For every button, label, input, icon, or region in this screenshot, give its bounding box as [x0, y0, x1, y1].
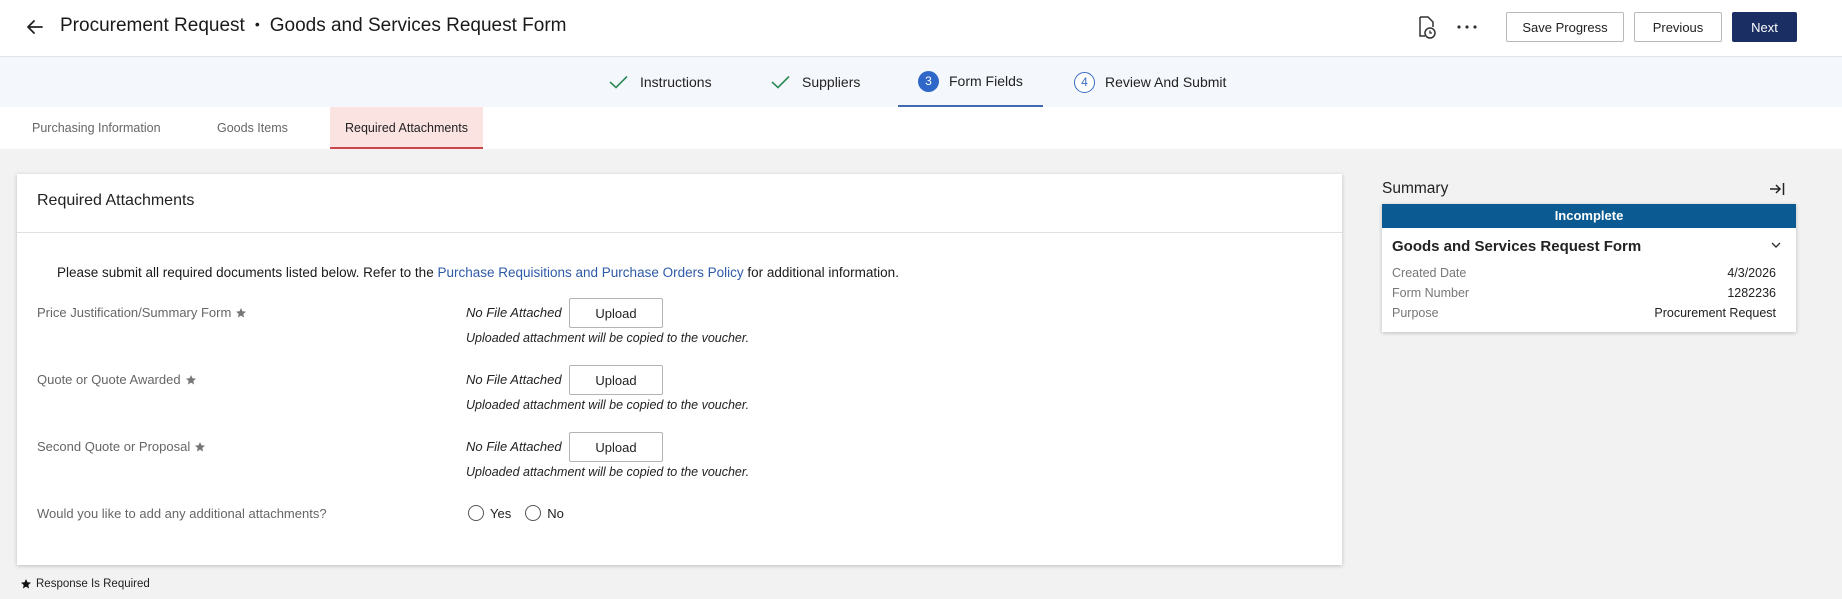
required-footnote: Response Is Required: [20, 578, 150, 590]
star-icon: [185, 374, 196, 384]
footnote-text: Response Is Required: [36, 578, 150, 590]
summary-form-title: Goods and Services Request Form: [1392, 238, 1642, 255]
progress-stepper: Instructions Suppliers 3 Form Fields 4 R…: [0, 57, 1842, 107]
field-label-text: Quote or Quote Awarded: [37, 372, 181, 387]
intro-text-before: Please submit all required documents lis…: [57, 265, 438, 280]
radio-circle[interactable]: [468, 505, 484, 521]
check-icon: [771, 75, 790, 89]
field-label-second-quote: Second Quote or Proposal: [37, 439, 206, 454]
upload-button-price-justification[interactable]: Upload: [569, 298, 663, 328]
collapse-right-icon: [1770, 182, 1785, 195]
radio-yes[interactable]: Yes: [468, 505, 511, 521]
summary-card: Incomplete Goods and Services Request Fo…: [1382, 204, 1796, 332]
previous-button[interactable]: Previous: [1634, 12, 1722, 42]
intro-text-after: for additional information.: [743, 265, 899, 280]
title-separator: •: [254, 16, 260, 32]
summary-value: 4/3/2026: [1727, 266, 1776, 280]
top-bar: Procurement Request • Goods and Services R…: [0, 0, 1842, 57]
summary-row-created-date: Created Date 4/3/2026: [1392, 266, 1776, 282]
step-label: Instructions: [640, 74, 712, 90]
tab-purchasing-information[interactable]: Purchasing Information: [32, 107, 161, 149]
field-label-quote-awarded: Quote or Quote Awarded: [37, 372, 197, 387]
collapse-summary-button[interactable]: [1766, 180, 1788, 200]
document-history-button[interactable]: [1411, 13, 1441, 43]
required-attachments-card: Required Attachments Please submit all r…: [17, 174, 1342, 565]
save-progress-button[interactable]: Save Progress: [1506, 12, 1624, 42]
upload-button-quote-awarded[interactable]: Upload: [569, 365, 663, 395]
card-title: Required Attachments: [17, 174, 1342, 233]
file-status: No File Attached: [466, 372, 562, 387]
step-label: Review And Submit: [1105, 74, 1227, 90]
file-note: Uploaded attachment will be copied to th…: [466, 465, 750, 479]
summary-title: Summary: [1382, 180, 1449, 197]
step-number: 3: [918, 70, 939, 92]
section-tabs: Purchasing Information Goods Items Requi…: [0, 107, 1842, 149]
summary-key: Purpose: [1392, 306, 1439, 320]
step-label: Suppliers: [802, 74, 861, 90]
additional-attachments-radio-group: Yes No: [468, 505, 578, 521]
summary-value: 1282236: [1727, 286, 1776, 300]
step-form-fields[interactable]: 3 Form Fields: [898, 57, 1043, 107]
instructions-text: Please submit all required documents lis…: [57, 265, 899, 280]
status-badge: Incomplete: [1382, 204, 1796, 228]
chevron-down-icon: [1771, 242, 1781, 248]
step-suppliers[interactable]: Suppliers: [771, 57, 860, 107]
summary-key: Form Number: [1392, 286, 1470, 300]
file-status: No File Attached: [466, 305, 562, 320]
file-note: Uploaded attachment will be copied to th…: [466, 398, 750, 412]
summary-value: Procurement Request: [1654, 306, 1776, 320]
star-icon: [195, 441, 206, 451]
expand-summary-button[interactable]: [1768, 238, 1784, 254]
page-title-main: Procurement Request: [60, 15, 245, 36]
step-number: 4: [1074, 71, 1095, 93]
step-review-and-submit[interactable]: 4 Review And Submit: [1074, 57, 1226, 107]
page-title: Procurement Request • Goods and Services R…: [60, 15, 566, 37]
radio-label: Yes: [490, 505, 512, 521]
step-instructions[interactable]: Instructions: [609, 57, 712, 107]
radio-circle[interactable]: [525, 505, 542, 521]
tab-goods-items[interactable]: Goods Items: [217, 107, 288, 149]
more-horizontal-icon: [1457, 24, 1477, 29]
arrow-left-icon: [27, 20, 43, 34]
upload-button-second-quote[interactable]: Upload: [569, 432, 663, 462]
summary-panel: Summary Incomplete Goods and Services Re…: [1382, 178, 1796, 332]
star-icon: [236, 307, 247, 317]
summary-body: Goods and Services Request Form Created …: [1382, 228, 1796, 332]
page-title-form: Goods and Services Request Form: [269, 15, 567, 36]
policy-link[interactable]: Purchase Requisitions and Purchase Order…: [437, 265, 743, 280]
field-label-price-justification: Price Justification/Summary Form: [37, 305, 247, 320]
field-label-additional-attachments: Would you like to add any additional att…: [37, 506, 327, 521]
radio-no[interactable]: No: [525, 505, 564, 521]
field-label-text: Second Quote or Proposal: [37, 439, 191, 454]
summary-row-form-number: Form Number 1282236: [1392, 286, 1776, 302]
file-note: Uploaded attachment will be copied to th…: [466, 331, 750, 345]
file-status: No File Attached: [466, 439, 562, 454]
summary-details: Created Date 4/3/2026 Form Number 128223…: [1392, 266, 1776, 322]
document-clock-icon: [1419, 15, 1436, 39]
summary-row-purpose: Purpose Procurement Request: [1392, 306, 1776, 322]
next-button[interactable]: Next: [1732, 12, 1797, 42]
radio-label: No: [547, 505, 564, 521]
step-label: Form Fields: [949, 73, 1023, 89]
back-button[interactable]: [22, 14, 48, 40]
tab-required-attachments[interactable]: Required Attachments: [330, 107, 483, 149]
summary-key: Created Date: [1392, 266, 1467, 280]
more-options-button[interactable]: [1452, 13, 1482, 43]
field-label-text: Price Justification/Summary Form: [37, 305, 232, 320]
check-icon: [609, 75, 628, 89]
star-icon: [21, 579, 31, 589]
